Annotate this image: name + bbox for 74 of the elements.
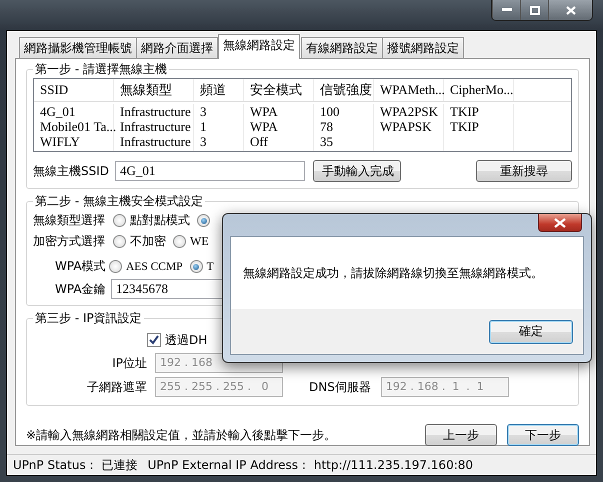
radio-label[interactable]: 不加密	[130, 233, 166, 250]
field-label: IP位址	[111, 354, 147, 372]
tab[interactable]: 無線網路設定	[218, 34, 300, 59]
radio-label[interactable]: WE	[190, 234, 209, 249]
rescan-button[interactable]: 重新搜尋	[476, 160, 572, 182]
status-label: UPnP External IP Address :	[148, 458, 306, 472]
table-cell: WPA2PSK	[374, 104, 444, 119]
radio-label[interactable]: T	[206, 260, 214, 272]
minimize-icon	[502, 8, 512, 12]
close-button[interactable]	[548, 0, 592, 20]
ok-button[interactable]: 確定	[489, 320, 573, 344]
radio-label[interactable]: 點對點模式	[130, 212, 190, 229]
column-header[interactable]: WPAMeth...	[374, 79, 444, 101]
radio-button[interactable]	[173, 235, 186, 248]
dialog-message: 無線網路設定成功，請拔除網路線切換至無線網路模式。	[243, 264, 543, 282]
column-header[interactable]: CipherMo...	[444, 79, 514, 101]
status-value: 已連接	[102, 456, 138, 474]
table-cell: 100	[314, 104, 374, 119]
field-label: DNS伺服器	[309, 378, 371, 396]
field-label: 無線類型選擇	[33, 212, 106, 229]
column-header[interactable]: SSID	[34, 79, 114, 101]
radio-button[interactable]	[190, 260, 203, 273]
tab[interactable]: 網路攝影機管理帳號	[19, 37, 137, 59]
field-label: WPA模式	[55, 258, 105, 275]
maximize-button[interactable]	[520, 0, 548, 20]
table-cell: WPAPSK	[374, 119, 444, 134]
group-title: 第三步 - IP資訊設定	[34, 310, 143, 327]
minimize-button[interactable]	[492, 0, 520, 20]
instruction-text: ※請輸入無線網路相關設定值，並請於輸入後點擊下一步。	[26, 426, 338, 444]
column-header[interactable]: 安全模式	[244, 79, 314, 101]
manual-input-button[interactable]: 手動輸入完成	[313, 160, 402, 182]
close-icon	[566, 6, 576, 14]
table-cell: Infrastructure	[114, 104, 194, 119]
table-cell: 78	[314, 119, 374, 134]
radio-button[interactable]	[113, 214, 126, 227]
radio-button[interactable]	[197, 214, 210, 227]
table-cell: WIFLY	[34, 134, 114, 149]
table-cell: Off	[244, 134, 314, 149]
radio-label[interactable]: AES CCMP	[126, 260, 183, 272]
table-cell: Infrastructure	[114, 134, 194, 149]
column-header[interactable]: 無線類型	[114, 79, 194, 101]
table-cell: 4G_01	[34, 104, 114, 119]
table-cell: 35	[314, 134, 374, 149]
field-label: 子網路遮罩	[86, 378, 147, 396]
tab[interactable]: 網路介面選擇	[136, 37, 218, 59]
next-button[interactable]: 下一步	[507, 424, 579, 446]
checkmark-icon	[149, 335, 159, 345]
column-header[interactable]: 信號強度	[314, 79, 374, 101]
status-value: http://111.235.197.160:80	[314, 458, 474, 472]
table-cell: 1	[194, 119, 244, 134]
radio-button[interactable]	[109, 260, 122, 273]
table-cell: Mobile01 Ta...	[34, 119, 114, 134]
close-icon	[554, 218, 566, 228]
status-label: UPnP Status :	[13, 458, 94, 472]
column-header[interactable]: 頻道	[194, 79, 244, 101]
previous-button[interactable]: 上一步	[425, 424, 497, 446]
maximize-icon	[530, 6, 540, 14]
close-button[interactable]	[538, 214, 582, 232]
table-cell: Infrastructure	[114, 119, 194, 134]
radio-button[interactable]	[113, 235, 126, 248]
group-title: 第二步 - 無線主機安全模式設定	[34, 193, 204, 210]
table-cell: WPA	[244, 119, 314, 134]
tab[interactable]: 撥號網路設定	[382, 37, 464, 59]
field-label: WPA金鑰	[55, 280, 105, 298]
group-title: 第一步 - 請選擇無線主機	[34, 61, 168, 78]
field-label: 無線主機SSID	[33, 162, 110, 180]
tab[interactable]: 有線網路設定	[301, 37, 383, 59]
field-label: 加密方式選擇	[33, 233, 106, 250]
table-cell: TKIP	[444, 104, 514, 119]
table-cell: TKIP	[444, 119, 514, 134]
table-cell: 3	[194, 134, 244, 149]
table-cell: WPA	[244, 104, 314, 119]
ssid-field[interactable]: 4G_01	[115, 161, 306, 181]
table-cell: 3	[194, 104, 244, 119]
